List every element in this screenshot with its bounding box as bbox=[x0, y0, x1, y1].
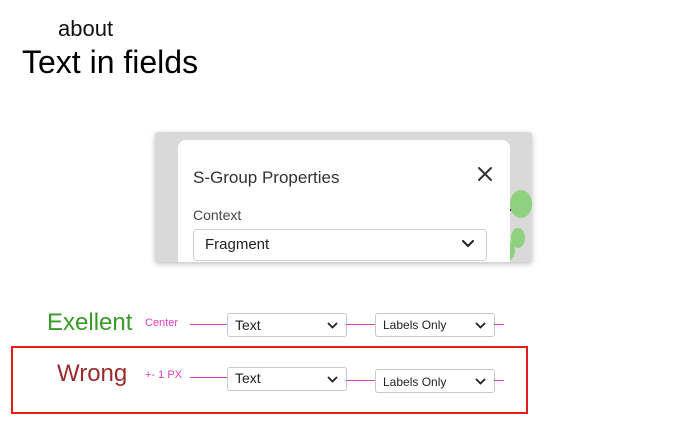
wrong-label: Wrong bbox=[57, 360, 128, 387]
chevron-down-icon bbox=[327, 376, 338, 383]
annotation-line bbox=[346, 324, 376, 325]
sgroup-properties-dialog: S-Group Properties Context Fragment bbox=[178, 140, 510, 262]
context-label: Context bbox=[193, 207, 242, 223]
annotation-line bbox=[190, 377, 228, 378]
text-field-dropdown[interactable]: Text bbox=[227, 313, 347, 337]
dropdown-value: Labels Only bbox=[383, 318, 447, 332]
dropdown-value: Text bbox=[235, 317, 261, 333]
chevron-down-icon bbox=[475, 378, 486, 385]
dropdown-value: Labels Only bbox=[383, 375, 447, 389]
annotation-line bbox=[494, 324, 504, 325]
context-select[interactable]: Fragment bbox=[193, 229, 487, 261]
header-pretitle: about bbox=[58, 16, 114, 41]
labels-only-dropdown[interactable]: Labels Only bbox=[375, 313, 495, 337]
annotation-line bbox=[190, 324, 228, 325]
dropdown-value: Text bbox=[235, 370, 261, 386]
excellent-label: Exellent bbox=[47, 309, 133, 336]
molecule-blob bbox=[510, 190, 532, 218]
center-note: Center bbox=[145, 317, 179, 329]
dialog-title: S-Group Properties bbox=[193, 168, 340, 187]
close-icon[interactable] bbox=[474, 163, 496, 185]
annotation-line bbox=[494, 380, 504, 381]
context-select-value: Fragment bbox=[205, 236, 270, 253]
offset-note: +- 1 PX bbox=[145, 369, 182, 381]
dialog-screenshot: S-Group Properties Context Fragment bbox=[155, 132, 532, 262]
annotation-line bbox=[346, 380, 376, 381]
text-field-dropdown[interactable]: Text bbox=[227, 367, 347, 391]
chevron-down-icon bbox=[475, 322, 486, 329]
chevron-down-icon bbox=[462, 240, 474, 248]
page-title: Text in fields bbox=[22, 44, 199, 80]
labels-only-dropdown[interactable]: Labels Only bbox=[375, 369, 495, 393]
chevron-down-icon bbox=[327, 322, 338, 329]
